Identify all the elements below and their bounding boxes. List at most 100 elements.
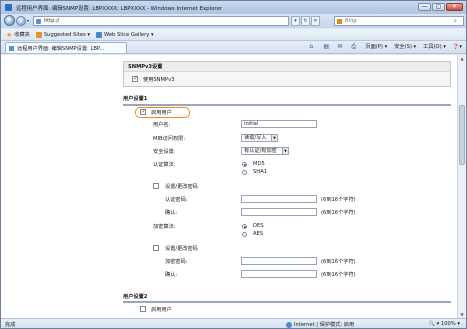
command-bar: ⌂ ▤ ✉ ⎙ 页面(P) ▾ 安全(S) ▾ 工具(O) ▾ ❓▾ [309,43,462,50]
address-bar[interactable]: http:// [33,16,289,26]
enc-password-label: 加密密码: [165,259,188,265]
mib-access-label: MIB访问权限: [153,136,186,142]
auth-confirm-label: 确认: [165,210,178,216]
close-button[interactable]: ✕ [446,3,463,11]
print-icon[interactable]: ⎙ [351,43,358,50]
enc-confirm-hint: (6到16个字符) [321,272,356,278]
minimize-button[interactable]: — [418,3,431,11]
auth-algorithm-label: 认证算法: [153,162,176,168]
auth-password-label: 认证密码: [165,197,188,203]
forward-button[interactable]: › [16,16,26,26]
set-auth-password-label: 设置/更改密码 [165,184,198,190]
suggested-sites-label: Suggested Sites ▾ [43,31,91,38]
set-auth-password-checkbox[interactable] [153,183,159,189]
auth-confirm-input[interactable] [241,208,317,216]
use-snmpv3-label: 使用SNMPv3 [143,77,175,83]
zone-text: Internet | 保护模式: 启用 [294,322,355,328]
use-snmpv3-checkbox[interactable] [132,75,138,82]
auth-confirm-hint: (6到16个字符) [321,210,356,216]
mail-icon[interactable]: ✉ [337,43,344,50]
scroll-down-icon[interactable]: ▼ [459,312,465,317]
enc-des-label: DES [253,223,264,229]
mib-access-value: 读取/写入 [244,135,267,141]
snmpv3-settings-box: SNMPv3设置 使用SNMPv3 [123,61,451,87]
tab-label: 远程用户界面: 编辑SNMP设置: LBP... [17,45,105,52]
window-title: 远程用户界面: 编辑SNMP设置: LBPXXXX: LBPXXXX - Win… [16,5,223,12]
safety-menu[interactable]: 安全(S) ▾ [394,43,416,50]
chevron-down-icon: ▼ [282,148,288,154]
set-enc-password-checkbox[interactable] [153,245,159,251]
maximize-button[interactable]: ▢ [432,3,445,11]
search-icon[interactable]: ⌕ [454,18,462,25]
auth-password-hint: (6到16个字符) [321,197,356,203]
status-bar: 完成 Internet | 保护模式: 启用 🔍 ▾ 100% ▾ [1,318,466,328]
enable-user2-checkbox[interactable] [140,306,146,312]
search-placeholder: Bing [345,18,357,24]
security-settings-select[interactable]: 有认证/有加密 ▼ [241,147,289,155]
stop-icon[interactable]: ✕ [311,16,320,26]
favorites-star-icon: ★ [6,30,13,39]
browser-window: 远程用户界面: 编辑SNMP设置: LBPXXXX: LBPXXXX - Win… [0,0,467,329]
auth-sha1-radio[interactable] [242,170,247,175]
tab-current-page[interactable]: 远程用户界面: 编辑SNMP设置: LBP... [5,42,127,53]
mib-access-select[interactable]: 读取/写入 ▼ [241,134,278,142]
address-url[interactable]: http:// [44,18,59,24]
help-menu[interactable]: ❓▾ [453,44,462,50]
enable-user1-label: 启用用户 [151,110,172,116]
suggested-sites-link[interactable]: Suggested Sites ▾ [35,31,91,38]
suggested-sites-icon [35,31,42,38]
home-icon[interactable]: ⌂ [309,43,316,50]
page-menu[interactable]: 页面(P) ▾ [365,43,387,50]
web-slice-gallery-link[interactable]: Web Slice Gallery ▾ [96,31,154,38]
enable-user1-checkbox[interactable] [140,108,146,115]
search-input[interactable]: Bing ⌕ [334,16,464,26]
window-controls: — ▢ ✕ [418,3,463,11]
back-button[interactable]: ‹ [4,15,15,26]
username-label: 用户名: [153,122,171,128]
address-tools: ▾ ↻ ✕ [291,16,320,26]
username-input[interactable]: initial [241,120,317,128]
zoom-control[interactable]: 🔍 ▾ 100% ▾ [429,321,460,327]
user1-heading: 用户设置1 [123,96,148,102]
enc-confirm-label: 确认: [165,272,178,278]
bing-icon [337,18,342,24]
favorites-button[interactable]: ★ 收藏夹 [6,31,30,39]
enable-user2-label: 启用用户 [151,307,172,313]
encryption-algorithm-label: 加密算法: [153,224,176,230]
globe-icon [286,321,292,328]
title-bar: 远程用户界面: 编辑SNMP设置: LBPXXXX: LBPXXXX - Win… [1,1,466,14]
tab-row: 远程用户界面: 编辑SNMP设置: LBP... ⌂ ▤ ✉ ⎙ 页面(P) ▾… [1,41,466,54]
enc-aes-radio[interactable] [242,232,247,237]
snmp-settings-form: SNMPv3设置 使用SNMPv3 用户设置1 启用用户 用户名: initia… [118,55,454,318]
security-zone[interactable]: Internet | 保护模式: 启用 [286,321,354,328]
enc-password-hint: (6到16个字符) [321,259,356,265]
enc-confirm-input[interactable] [241,270,317,278]
page-icon [36,18,41,24]
scroll-up-icon[interactable]: ▲ [459,56,465,61]
recent-pages-dropdown-icon[interactable]: ▾ [27,18,29,23]
refresh-icon[interactable]: ↻ [301,16,310,26]
auth-sha1-label: SHA1 [253,169,268,175]
user1-settings-box: 启用用户 用户名: initial MIB访问权限: 读取/写入 ▼ 安全设置:… [123,107,451,287]
user2-heading: 用户设置2 [123,294,148,300]
feed-dropdown-icon[interactable]: ▾ [291,16,300,26]
enc-des-radio[interactable] [242,224,247,229]
auth-password-input[interactable] [241,195,317,203]
tools-menu[interactable]: 工具(O) ▾ [423,43,446,50]
feeds-icon[interactable]: ▤ [323,43,330,50]
auth-md5-radio[interactable] [242,162,247,167]
scroll-thumb[interactable] [459,105,465,165]
enc-password-input[interactable] [241,257,317,265]
enc-aes-label: AES [253,231,264,237]
favorites-bar: ★ 收藏夹 Suggested Sites ▾ Web Slice Galler… [1,29,466,41]
ie-logo-icon [5,4,12,11]
tab-page-icon [9,45,14,51]
vertical-scrollbar[interactable]: ▲ ▼ [457,55,466,318]
security-settings-label: 安全设置: [153,149,176,155]
user2-divider [123,301,451,303]
chevron-down-icon: ▼ [271,135,277,141]
status-text: 完成 [5,321,16,328]
favorites-label: 收藏夹 [14,32,30,38]
address-toolbar: ‹ › ▾ http:// ▾ ↻ ✕ Bing ⌕ [1,14,466,28]
web-slice-label: Web Slice Gallery ▾ [104,31,154,38]
